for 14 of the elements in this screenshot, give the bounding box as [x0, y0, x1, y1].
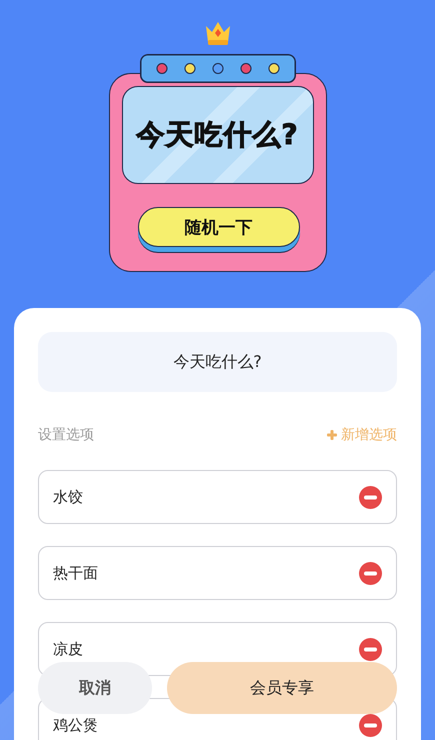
remove-icon[interactable]	[359, 638, 382, 660]
screen-title: 今天吃什么?	[136, 117, 299, 153]
member-button[interactable]: 会员专享	[167, 662, 397, 714]
section-label: 设置选项	[38, 426, 94, 444]
option-name: 鸡公煲	[53, 716, 98, 734]
remove-icon[interactable]	[359, 714, 382, 736]
remove-icon[interactable]	[359, 562, 382, 584]
option-name: 凉皮	[53, 640, 83, 658]
remove-icon[interactable]	[359, 486, 382, 508]
cancel-button[interactable]: 取消	[38, 662, 152, 714]
option-name: 水饺	[53, 488, 83, 506]
option-name: 热干面	[53, 564, 98, 582]
crown-icon	[204, 20, 232, 46]
title-box: 今天吃什么?	[38, 332, 397, 392]
